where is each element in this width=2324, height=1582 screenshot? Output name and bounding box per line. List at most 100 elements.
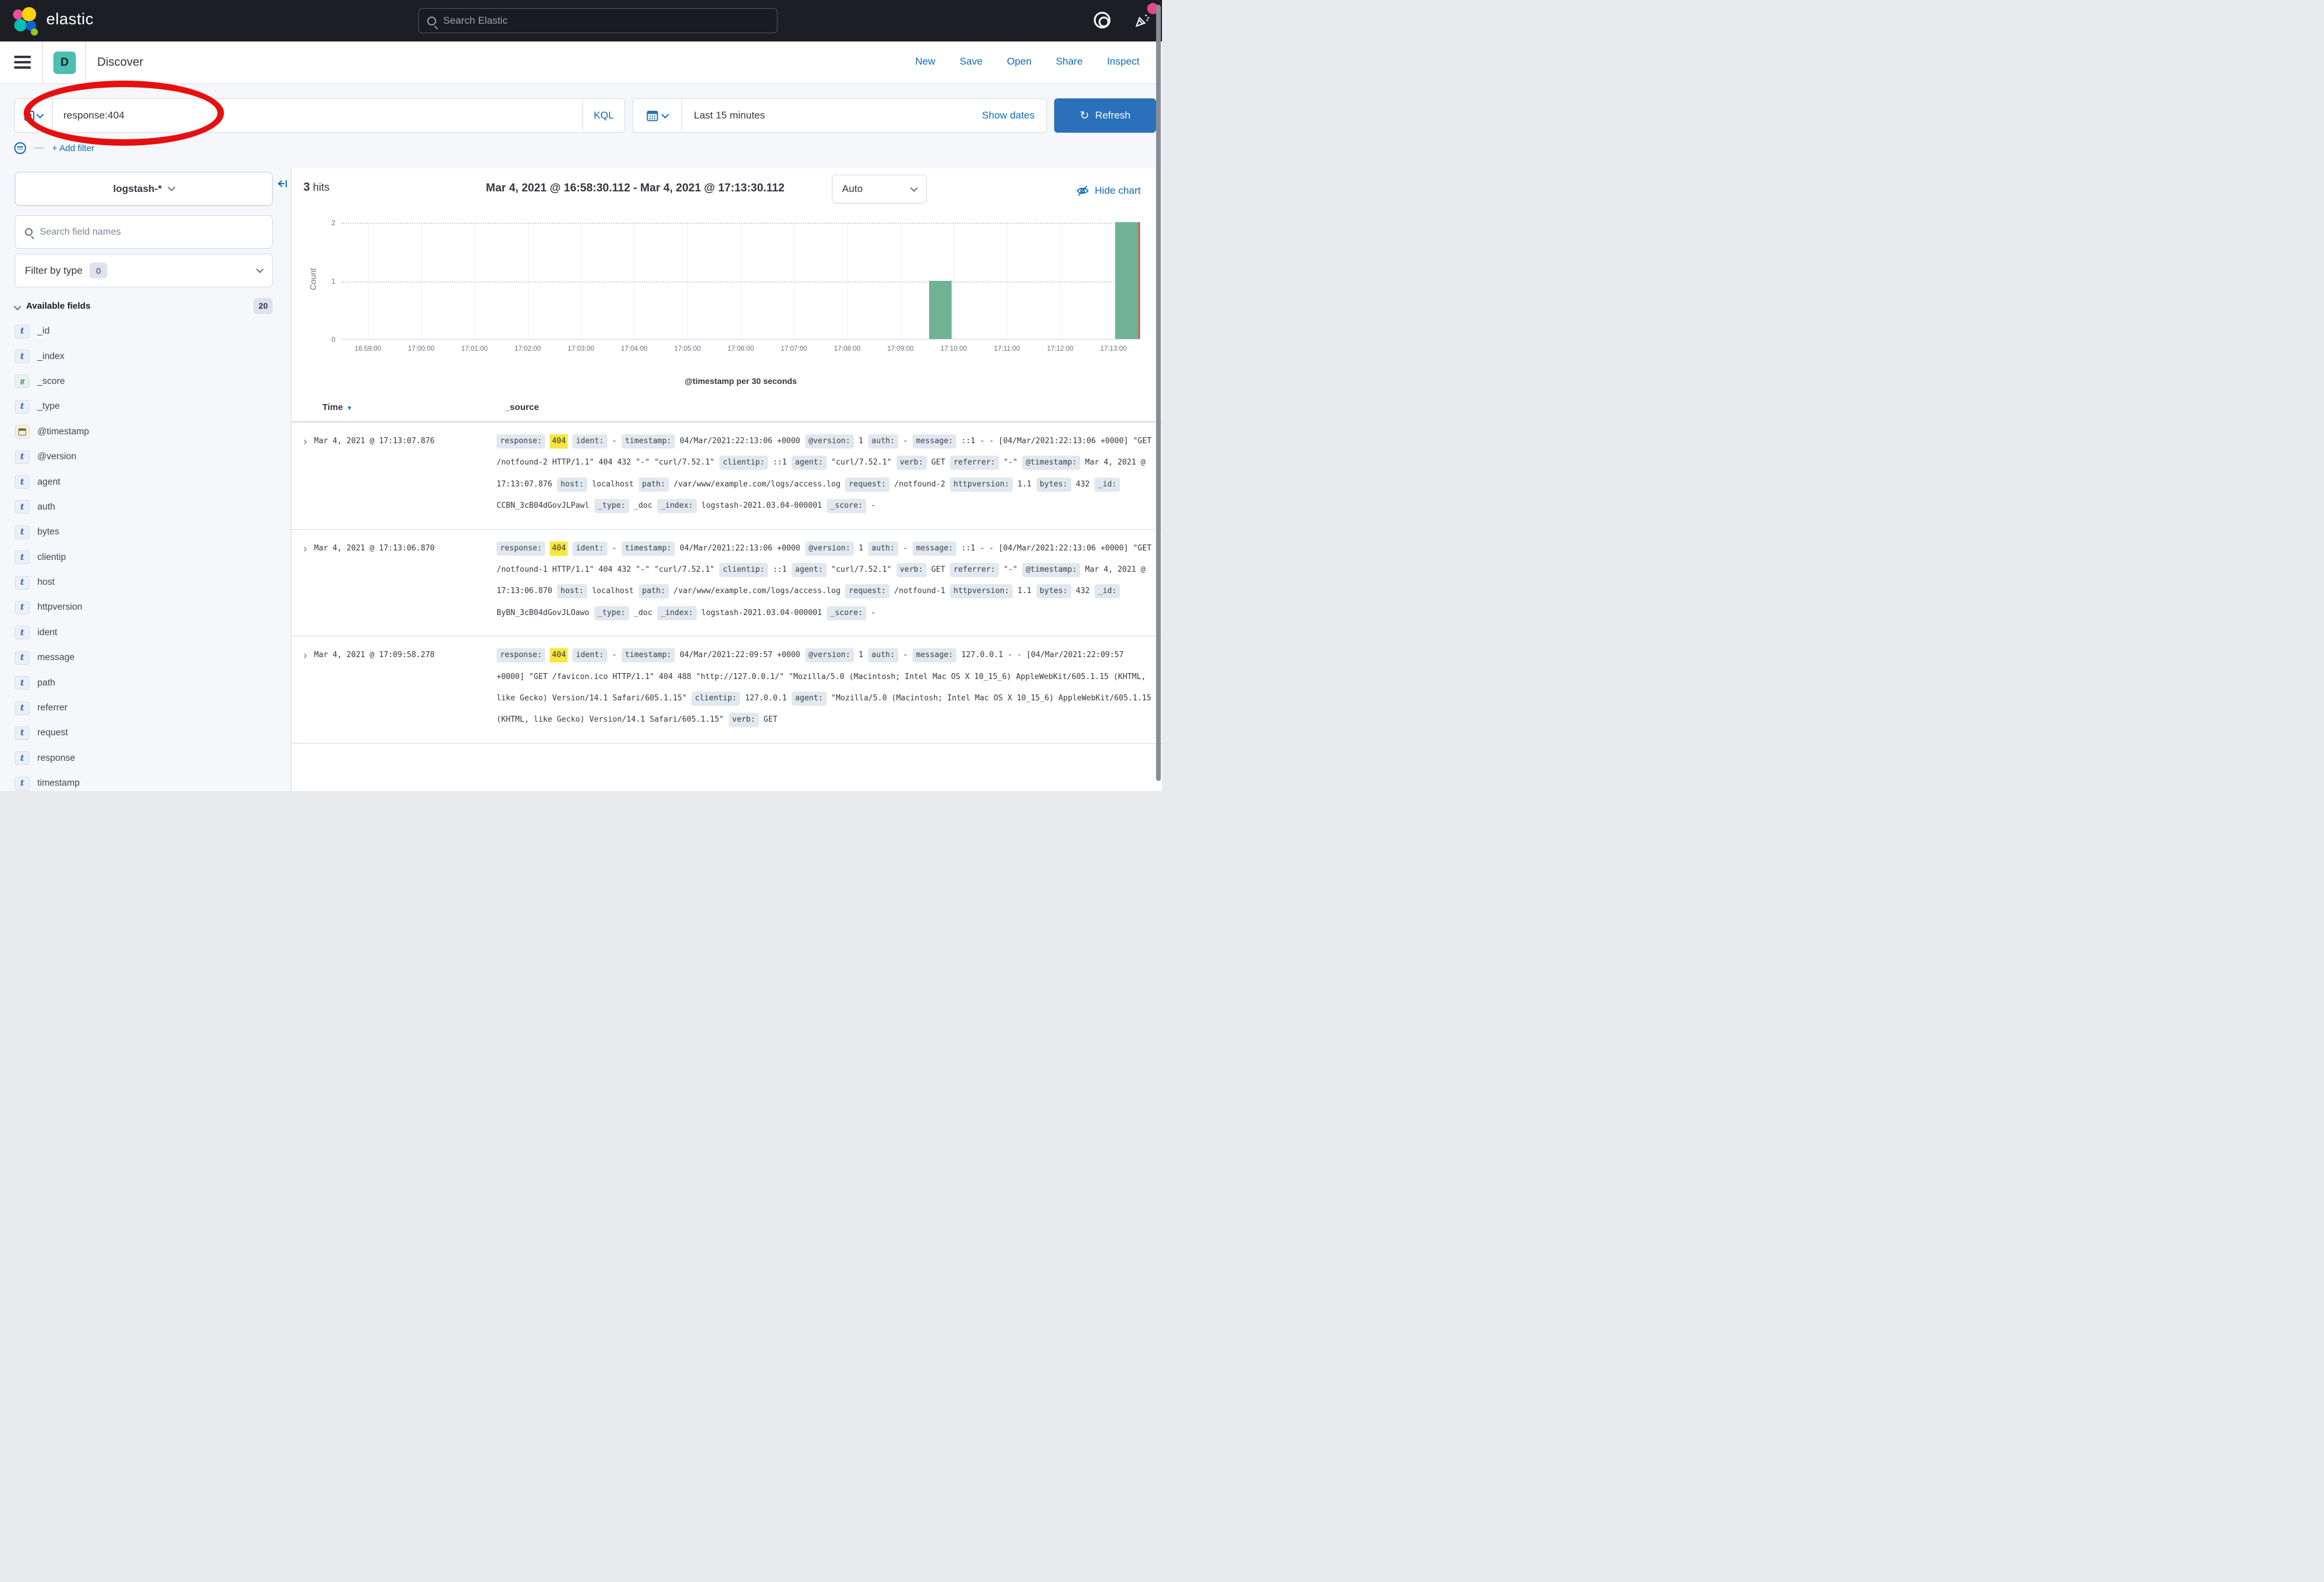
elastic-logo-icon[interactable] <box>13 7 39 34</box>
document-row: ›Mar 4, 2021 @ 17:13:06.870response:404i… <box>292 530 1162 637</box>
field-name: message <box>37 652 75 663</box>
field-value: 1 <box>859 437 863 446</box>
expand-row-icon[interactable]: › <box>292 431 314 517</box>
filter-by-type-select[interactable]: Filter by type 0 <box>15 254 273 287</box>
field-item-timestamp[interactable]: ttimestamp <box>0 771 291 791</box>
query-language-button[interactable]: KQL <box>582 100 625 131</box>
field-item-_id[interactable]: t_id <box>0 319 291 344</box>
help-icon[interactable] <box>1094 12 1110 28</box>
field-label: verb: <box>897 456 927 470</box>
string-type-icon: t <box>15 702 30 715</box>
field-value: "curl/7.52.1" <box>831 565 892 574</box>
available-fields-header[interactable]: Available fields 20 <box>15 298 273 313</box>
field-name: ident <box>37 627 57 638</box>
date-picker-menu-button[interactable] <box>633 99 682 132</box>
field-item-_index[interactable]: t_index <box>0 344 291 369</box>
column-header-time[interactable]: Time▼ <box>322 402 353 412</box>
field-value: "curl/7.52.1" <box>831 458 892 467</box>
row-source: response:404ident:-timestamp:04/Mar/2021… <box>497 431 1153 517</box>
column-header-source: _source <box>505 402 539 412</box>
field-label: timestamp: <box>622 648 675 662</box>
field-item-auth[interactable]: tauth <box>0 495 291 520</box>
field-value: GET <box>931 565 945 574</box>
scrollbar-thumb[interactable] <box>1156 5 1161 781</box>
query-input[interactable]: response:404 KQL <box>52 98 625 133</box>
field-name: agent <box>37 477 60 488</box>
field-item-message[interactable]: tmessage <box>0 645 291 670</box>
field-item-request[interactable]: trequest <box>0 720 291 745</box>
field-item-agent[interactable]: tagent <box>0 469 291 494</box>
field-label: path: <box>639 584 669 598</box>
results-table-body: ›Mar 4, 2021 @ 17:13:07.876response:404i… <box>292 422 1162 744</box>
field-item-host[interactable]: thost <box>0 570 291 595</box>
action-save[interactable]: Save <box>959 56 982 68</box>
field-item-@timestamp[interactable]: @timestamp <box>0 419 291 444</box>
field-name: @version <box>37 451 76 462</box>
field-label: _type: <box>594 606 629 620</box>
field-label: agent: <box>792 456 827 470</box>
string-type-icon: t <box>15 676 30 690</box>
field-item-httpversion[interactable]: thttpversion <box>0 595 291 620</box>
app-badge[interactable]: D <box>53 52 76 74</box>
histogram-bar-17:13:00[interactable] <box>1115 222 1138 339</box>
global-search-placeholder: Search Elastic <box>443 15 508 27</box>
field-value: - <box>903 651 908 659</box>
field-value: - <box>871 501 876 510</box>
index-pattern-select[interactable]: logstash-* <box>15 172 273 206</box>
field-item-@version[interactable]: t@version <box>0 444 291 469</box>
expand-row-icon[interactable]: › <box>292 645 314 731</box>
field-value: /var/www/example.com/logs/access.log <box>674 480 841 489</box>
action-share[interactable]: Share <box>1056 56 1083 68</box>
field-name: timestamp <box>37 778 80 789</box>
hide-chart-button[interactable]: Hide chart <box>1076 184 1141 197</box>
refresh-button[interactable]: ↻ Refresh <box>1054 98 1156 133</box>
chevron-down-icon <box>661 111 669 119</box>
time-range-value[interactable]: Last 15 minutes <box>682 110 982 121</box>
row-time: Mar 4, 2021 @ 17:13:07.876 <box>314 431 497 517</box>
field-value: 432 <box>1076 587 1090 595</box>
field-value: localhost <box>592 480 633 489</box>
filter-icon[interactable] <box>14 142 26 154</box>
field-item-_score[interactable]: #_score <box>0 369 291 394</box>
histogram-bar-17:09:30[interactable] <box>929 281 952 340</box>
show-dates-button[interactable]: Show dates <box>982 110 1046 121</box>
field-item-path[interactable]: tpath <box>0 670 291 695</box>
expand-row-icon[interactable]: › <box>292 538 314 625</box>
action-open[interactable]: Open <box>1007 56 1032 68</box>
field-label: _id: <box>1094 478 1120 492</box>
search-fields-input[interactable]: Search field names <box>15 215 273 249</box>
field-item-_type[interactable]: t_type <box>0 394 291 419</box>
field-label: bytes: <box>1036 584 1071 598</box>
field-label: _type: <box>594 499 629 513</box>
global-search-input[interactable]: Search Elastic <box>418 8 777 33</box>
menu-icon[interactable] <box>14 56 31 70</box>
field-item-response[interactable]: tresponse <box>0 746 291 771</box>
divider: — <box>34 143 44 153</box>
header-actions: New Save Open Share Inspect <box>915 56 1139 68</box>
field-name: httpversion <box>37 602 82 613</box>
field-value: ByBN_3cB04dGovJLOawo <box>497 609 590 617</box>
field-item-bytes[interactable]: tbytes <box>0 520 291 545</box>
action-new[interactable]: New <box>915 56 935 68</box>
newsfeed-icon[interactable] <box>1134 12 1151 28</box>
histogram-chart[interactable]: 012 <box>341 223 1140 340</box>
field-item-ident[interactable]: tident <box>0 620 291 645</box>
highlighted-value: 404 <box>550 648 567 662</box>
collapse-sidebar-icon[interactable] <box>276 177 289 193</box>
field-value: 04/Mar/2021:22:09:57 +0000 <box>680 651 801 659</box>
document-row: ›Mar 4, 2021 @ 17:09:58.278response:404i… <box>292 636 1162 744</box>
field-item-clientip[interactable]: tclientip <box>0 545 291 570</box>
field-item-referrer[interactable]: treferrer <box>0 696 291 720</box>
search-icon <box>25 228 33 236</box>
content-area: logstash-* Search field names Filter by … <box>0 168 1162 791</box>
action-inspect[interactable]: Inspect <box>1107 56 1139 68</box>
field-label: ident: <box>572 542 607 556</box>
add-filter-button[interactable]: + Add filter <box>52 143 94 153</box>
field-label: verb: <box>897 563 927 577</box>
interval-select[interactable]: Auto <box>832 175 927 203</box>
date-picker: Last 15 minutes Show dates <box>632 98 1047 133</box>
field-name: response <box>37 753 75 764</box>
x-tick-label: 17:04:00 <box>607 345 661 353</box>
field-value: - <box>871 609 876 617</box>
saved-query-menu-button[interactable] <box>14 98 52 133</box>
